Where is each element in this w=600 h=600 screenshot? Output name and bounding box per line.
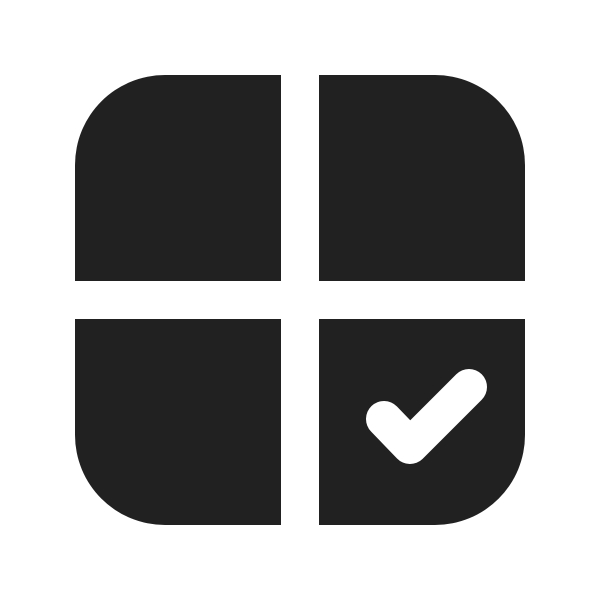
grid-tile-top-left [75, 75, 281, 281]
grid-tile-bottom-left [75, 319, 281, 525]
grid-tile-top-right [319, 75, 525, 281]
icon-canvas [0, 0, 600, 600]
grid-check-icon [75, 75, 525, 525]
